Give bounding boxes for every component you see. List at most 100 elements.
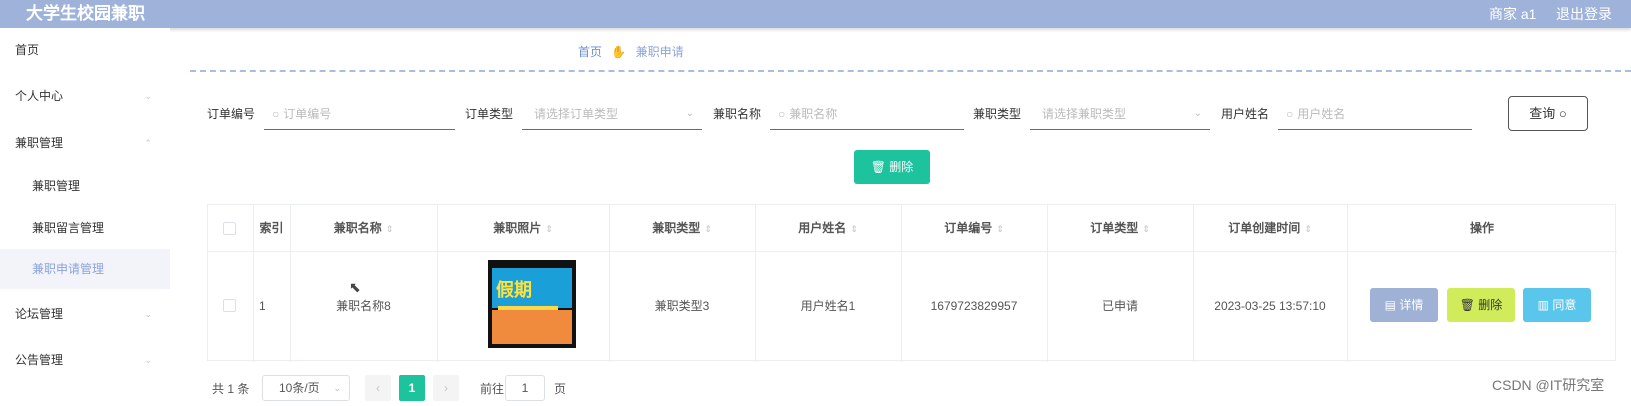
sort-icon[interactable]: ⇕: [850, 224, 858, 234]
search-button[interactable]: 查询 ○: [1508, 96, 1588, 131]
sort-icon[interactable]: ⇕: [545, 224, 553, 234]
page-size-value: 10条/页: [279, 381, 320, 395]
job-type-placeholder: 请选择兼职类型: [1042, 107, 1127, 121]
applications-table: 索引 兼职名称 ⇕ 兼职照片 ⇕ 兼职类型 ⇕ 用户姓名 ⇕ 订单编号 ⇕ 订单类型 ⇕ 订…: [207, 204, 1617, 362]
job-type-select[interactable]: 请选择兼职类型 ⌄: [1030, 98, 1210, 130]
sidebar-item-label: 兼职管理: [32, 179, 81, 193]
header-label: 兼职名称: [333, 221, 382, 235]
sidebar-item-label: 论坛管理: [15, 307, 64, 321]
header-job-name[interactable]: 兼职名称 ⇕: [290, 205, 437, 251]
order-no-input[interactable]: ○ 订单编号: [264, 98, 455, 130]
header-job-type[interactable]: 兼职类型 ⇕: [609, 205, 755, 251]
header-user-name[interactable]: 用户姓名 ⇕: [755, 205, 901, 251]
detail-button-label: 详情: [1399, 298, 1424, 312]
breadcrumb-home[interactable]: 首页: [578, 45, 602, 59]
job-photo: 假期: [488, 260, 576, 348]
cell-created-time: 2023-03-25 13:57:10: [1214, 299, 1326, 313]
header-job-photo[interactable]: 兼职照片 ⇕: [437, 205, 609, 251]
sidebar-item-label: 兼职申请管理: [32, 262, 105, 276]
order-type-placeholder: 请选择订单类型: [534, 107, 619, 121]
sidebar-item-label: 兼职留言管理: [32, 221, 105, 235]
sort-icon[interactable]: ⇕: [1142, 224, 1150, 234]
order-no-placeholder: 订单编号: [283, 107, 332, 121]
search-icon: ○: [272, 107, 280, 121]
logout-link[interactable]: 退出登录: [1556, 4, 1612, 24]
batch-delete-label: 删除: [889, 160, 914, 174]
sidebar-item-job-management[interactable]: 兼职管理 ⌃: [0, 123, 170, 163]
agree-button[interactable]: ▥ 同意: [1523, 288, 1591, 322]
sidebar-item-label: 首页: [15, 43, 40, 57]
mouse-cursor-icon: ⬉: [349, 279, 361, 295]
header-order-type[interactable]: 订单类型 ⇕: [1047, 205, 1193, 251]
search-icon: ○: [1286, 107, 1294, 121]
app-title: 大学生校园兼职: [26, 4, 145, 23]
next-page-button[interactable]: ›: [433, 375, 459, 401]
prev-page-button[interactable]: ‹: [365, 375, 391, 401]
document-icon: ▤: [1384, 298, 1400, 312]
delete-button-label: 删除: [1478, 298, 1503, 312]
batch-delete-button[interactable]: 🗑︎ 删除: [854, 150, 930, 184]
sidebar-item-personal-center[interactable]: 个人中心 ⌄: [0, 76, 170, 116]
sort-icon[interactable]: ⇕: [704, 224, 712, 234]
user-name-label: 用户姓名: [1221, 107, 1270, 121]
job-name-input[interactable]: ○ 兼职名称: [770, 98, 964, 130]
sort-icon[interactable]: ⇕: [386, 224, 394, 234]
trash-icon: 🗑︎: [870, 160, 890, 174]
watermark: CSDN @IT研究室: [1492, 377, 1605, 393]
breadcrumb: 首页 ✋ 兼职申请: [578, 44, 684, 60]
sidebar-subitem-job-messages[interactable]: 兼职留言管理: [0, 208, 170, 248]
breadcrumb-current: 兼职申请: [635, 45, 684, 59]
sidebar-subitem-job-applications[interactable]: 兼职申请管理: [0, 249, 170, 289]
header-label: 兼职类型: [652, 221, 701, 235]
chevron-down-icon: ⌄: [144, 309, 152, 319]
search-icon: ○: [1558, 106, 1567, 121]
goto-page-input[interactable]: 1: [505, 375, 545, 401]
chevron-down-icon: ⌄: [144, 91, 152, 101]
chevron-down-icon: ⌄: [685, 108, 694, 119]
order-no-label: 订单编号: [207, 107, 256, 121]
sidebar: 首页 个人中心 ⌄ 兼职管理 ⌃ 兼职管理 兼职留言管理 兼职申请管理 论坛管理…: [0, 28, 170, 406]
user-name-placeholder: 用户姓名: [1297, 107, 1346, 121]
header-label: 兼职照片: [493, 221, 542, 235]
cell-index: 1: [259, 299, 266, 313]
header-label: 订单类型: [1090, 221, 1139, 235]
cell-order-no: 1679723829957: [930, 299, 1018, 313]
header-created-time[interactable]: 订单创建时间 ⇕: [1193, 205, 1347, 251]
sort-icon[interactable]: ⇕: [1304, 224, 1312, 234]
page-suffix: 页: [554, 382, 567, 396]
order-type-select[interactable]: 请选择订单类型 ⌄: [522, 98, 702, 130]
chevron-down-icon: ⌄: [144, 355, 152, 365]
cell-job-type: 兼职类型3: [654, 299, 710, 313]
select-all-checkbox[interactable]: [223, 222, 236, 235]
header-label: 订单创建时间: [1228, 221, 1301, 235]
poster-orange-band: [492, 310, 572, 344]
page-size-select[interactable]: 10条/页 ⌄: [262, 375, 350, 401]
header-index: 索引: [259, 221, 284, 235]
order-type-label: 订单类型: [465, 107, 514, 121]
chevron-down-icon: ⌄: [333, 383, 341, 393]
detail-button[interactable]: ▤ 详情: [1370, 288, 1438, 322]
sidebar-item-label: 兼职管理: [15, 136, 64, 150]
sidebar-item-notice-management[interactable]: 公告管理 ⌄: [0, 340, 170, 380]
sidebar-item-forum-management[interactable]: 论坛管理 ⌄: [0, 294, 170, 334]
search-button-label: 查询: [1529, 106, 1556, 121]
agree-button-label: 同意: [1552, 298, 1577, 312]
trash-icon: 🗑︎: [1459, 298, 1479, 312]
row-checkbox[interactable]: [223, 299, 236, 312]
page-number[interactable]: 1: [399, 375, 425, 401]
sort-icon[interactable]: ⇕: [996, 224, 1004, 234]
search-icon: ○: [778, 107, 786, 121]
header-label: 用户姓名: [798, 221, 847, 235]
total-count: 共 1 条: [212, 382, 250, 396]
cell-order-type: 已申请: [1101, 299, 1138, 313]
sidebar-item-home[interactable]: 首页: [0, 30, 170, 70]
job-name-label: 兼职名称: [713, 107, 762, 121]
goto-label: 前往: [480, 382, 505, 396]
current-user: 商家 a1: [1489, 6, 1537, 22]
sidebar-subitem-job-management[interactable]: 兼职管理: [0, 166, 170, 206]
delete-button[interactable]: 🗑︎ 删除: [1447, 288, 1515, 322]
divider: [190, 70, 1631, 72]
user-name-input[interactable]: ○ 用户姓名: [1278, 98, 1472, 130]
header-order-no[interactable]: 订单编号 ⇕: [901, 205, 1047, 251]
hand-icon: ✋: [611, 45, 627, 59]
